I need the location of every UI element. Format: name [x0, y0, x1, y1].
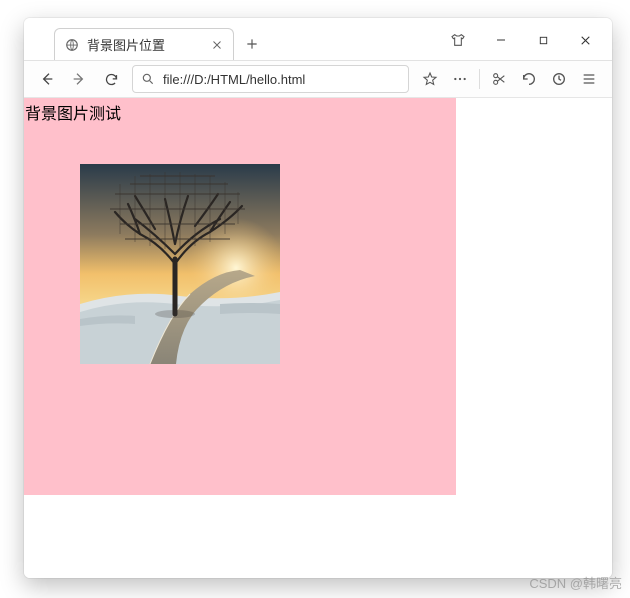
maximize-icon [538, 35, 549, 46]
titlebar: 背景图片位置 [24, 18, 612, 60]
star-icon [422, 71, 438, 87]
minimize-icon [495, 34, 507, 46]
page-viewport: 背景图片测试 [24, 98, 612, 578]
undo-button[interactable] [514, 64, 544, 94]
tab-title: 背景图片位置 [87, 35, 203, 54]
reload-button[interactable] [96, 64, 126, 94]
browser-window: 背景图片位置 [24, 18, 612, 578]
address-bar: file:///D:/HTML/hello.html [24, 60, 612, 98]
close-icon [579, 34, 592, 47]
tshirt-button[interactable] [446, 28, 470, 52]
separator [479, 69, 480, 89]
close-window-button[interactable] [564, 25, 606, 55]
search-icon [141, 72, 155, 86]
watermark: CSDN @韩曙亮 [529, 573, 622, 592]
url-input[interactable]: file:///D:/HTML/hello.html [132, 65, 409, 93]
page-heading: 背景图片测试 [24, 98, 456, 124]
back-button[interactable] [32, 64, 62, 94]
globe-icon [65, 38, 79, 52]
arrow-right-icon [71, 71, 87, 87]
undo-icon [521, 71, 537, 87]
tshirt-icon [450, 32, 466, 48]
demo-box: 背景图片测试 [24, 98, 456, 495]
browser-tab[interactable]: 背景图片位置 [54, 28, 234, 60]
bookmark-button[interactable] [415, 64, 445, 94]
window-controls [436, 18, 606, 60]
menu-button[interactable] [574, 64, 604, 94]
arrow-left-icon [39, 71, 55, 87]
close-tab-icon[interactable] [211, 39, 223, 51]
url-text: file:///D:/HTML/hello.html [163, 72, 305, 87]
forward-button[interactable] [64, 64, 94, 94]
reload-icon [104, 72, 119, 87]
clock-icon [551, 71, 567, 87]
maximize-button[interactable] [522, 25, 564, 55]
more-button[interactable] [445, 64, 475, 94]
minimize-button[interactable] [480, 25, 522, 55]
new-tab-button[interactable] [238, 30, 266, 58]
menu-icon [581, 71, 597, 87]
scissors-icon [491, 71, 507, 87]
more-icon [452, 71, 468, 87]
scissors-button[interactable] [484, 64, 514, 94]
background-image [80, 164, 280, 364]
history-button[interactable] [544, 64, 574, 94]
plus-icon [245, 37, 259, 51]
